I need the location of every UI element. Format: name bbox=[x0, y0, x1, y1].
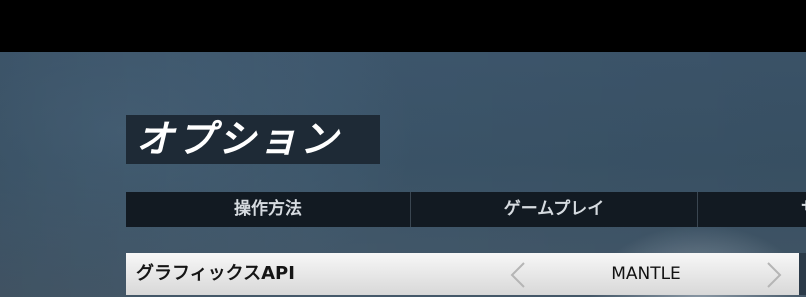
tab-controls[interactable]: 操作方法 bbox=[126, 192, 411, 227]
letterbox-top-bar bbox=[0, 0, 806, 52]
setting-row-edge bbox=[799, 253, 806, 295]
chevron-right-icon[interactable] bbox=[761, 262, 785, 288]
page-title: オプション bbox=[136, 117, 342, 161]
tab-gameplay[interactable]: ゲームプレイ bbox=[411, 192, 698, 227]
options-title-box: オプション bbox=[126, 115, 380, 164]
tab-partial[interactable]: サ bbox=[698, 192, 806, 227]
setting-row-graphics-api[interactable]: グラフィックスAPI MANTLE bbox=[126, 253, 799, 295]
options-tab-bar: 操作方法 ゲームプレイ サ bbox=[126, 192, 806, 227]
setting-label: グラフィックスAPI bbox=[136, 263, 295, 284]
setting-value: MANTLE bbox=[611, 264, 681, 284]
chevron-left-icon[interactable] bbox=[507, 262, 531, 288]
